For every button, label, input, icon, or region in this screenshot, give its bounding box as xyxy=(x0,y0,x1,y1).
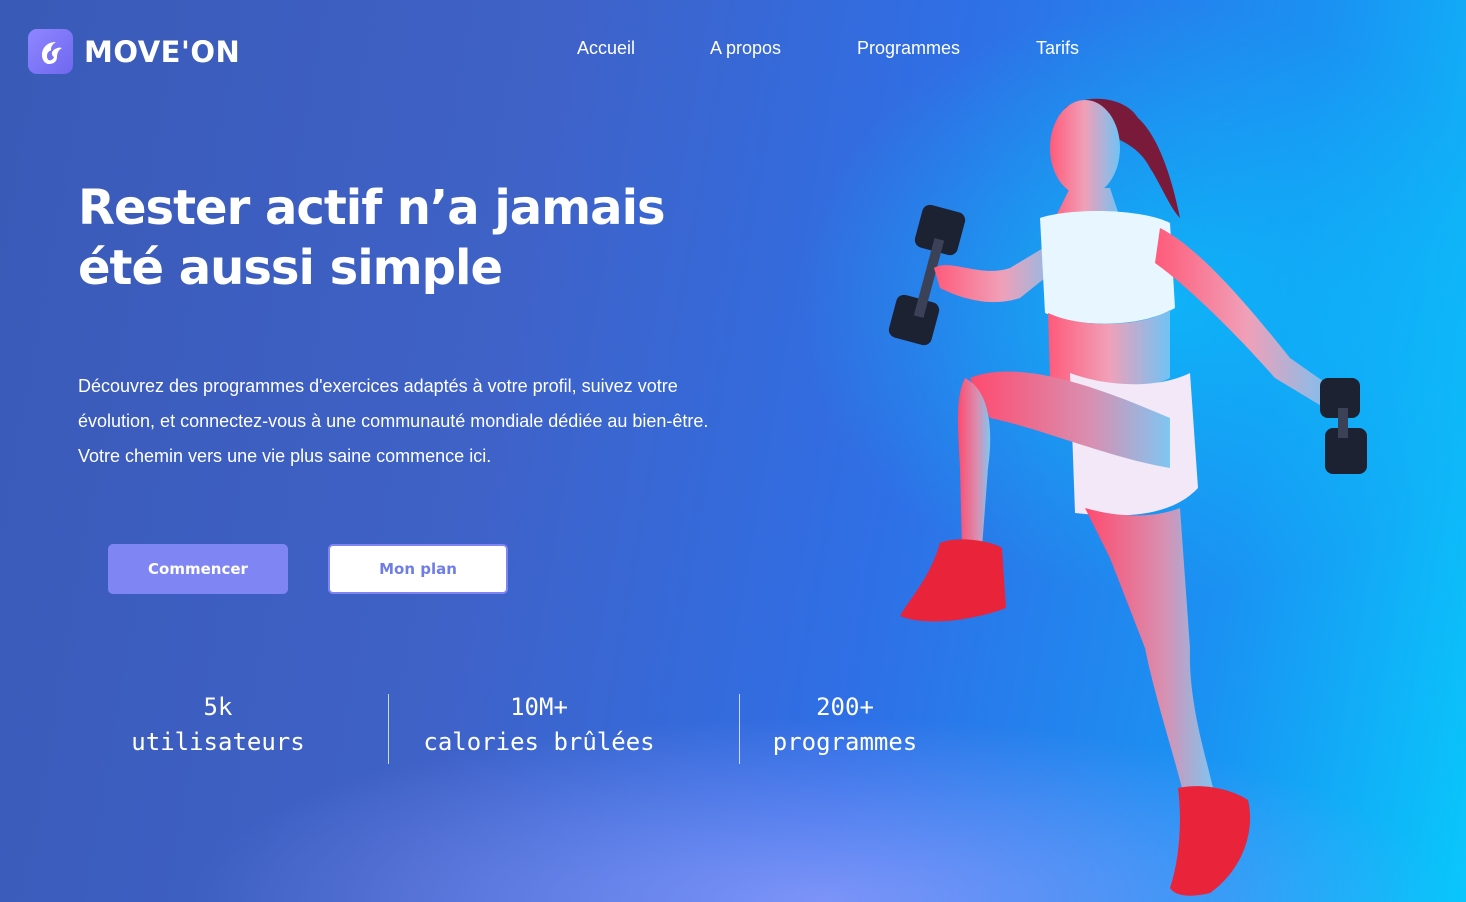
brand-logo[interactable]: MOVE'ON xyxy=(28,29,240,74)
stat-value: 10M+ xyxy=(510,693,568,721)
hero-title: Rester actif n’a jamais été aussi simple xyxy=(78,178,718,298)
hero-description-line: évolution, et connectez-vous à une commu… xyxy=(78,411,709,431)
brand-name: MOVE'ON xyxy=(84,34,241,69)
hero-title-line: Rester actif n’a jamais xyxy=(78,180,666,236)
flame-swoosh-icon xyxy=(28,29,73,74)
my-plan-button[interactable]: Mon plan xyxy=(328,544,508,594)
stat-users: 5k utilisateurs xyxy=(98,690,338,770)
stat-divider xyxy=(388,694,389,764)
stat-label: calories brûlées xyxy=(423,728,655,756)
start-button[interactable]: Commencer xyxy=(108,544,288,594)
hero-description: Découvrez des programmes d'exercices ada… xyxy=(78,369,798,474)
athlete-photo xyxy=(888,98,1367,896)
stat-label: utilisateurs xyxy=(131,728,305,756)
hero-description-line: Votre chemin vers une vie plus saine com… xyxy=(78,446,492,466)
nav-item-tarifs[interactable]: Tarifs xyxy=(1036,38,1079,59)
stat-value: 5k xyxy=(203,693,233,721)
stat-calories: 10M+ calories brûlées xyxy=(399,690,679,770)
nav-item-accueil[interactable]: Accueil xyxy=(577,38,635,59)
hero-description-line: Découvrez des programmes d'exercices ada… xyxy=(78,376,678,396)
stat-divider xyxy=(739,694,740,764)
hero-title-line: été aussi simple xyxy=(78,240,503,296)
site-header: MOVE'ON Accueil A propos Programmes Tari… xyxy=(0,0,1466,100)
nav-item-programmes[interactable]: Programmes xyxy=(857,38,960,59)
nav-item-a-propos[interactable]: A propos xyxy=(710,38,781,59)
